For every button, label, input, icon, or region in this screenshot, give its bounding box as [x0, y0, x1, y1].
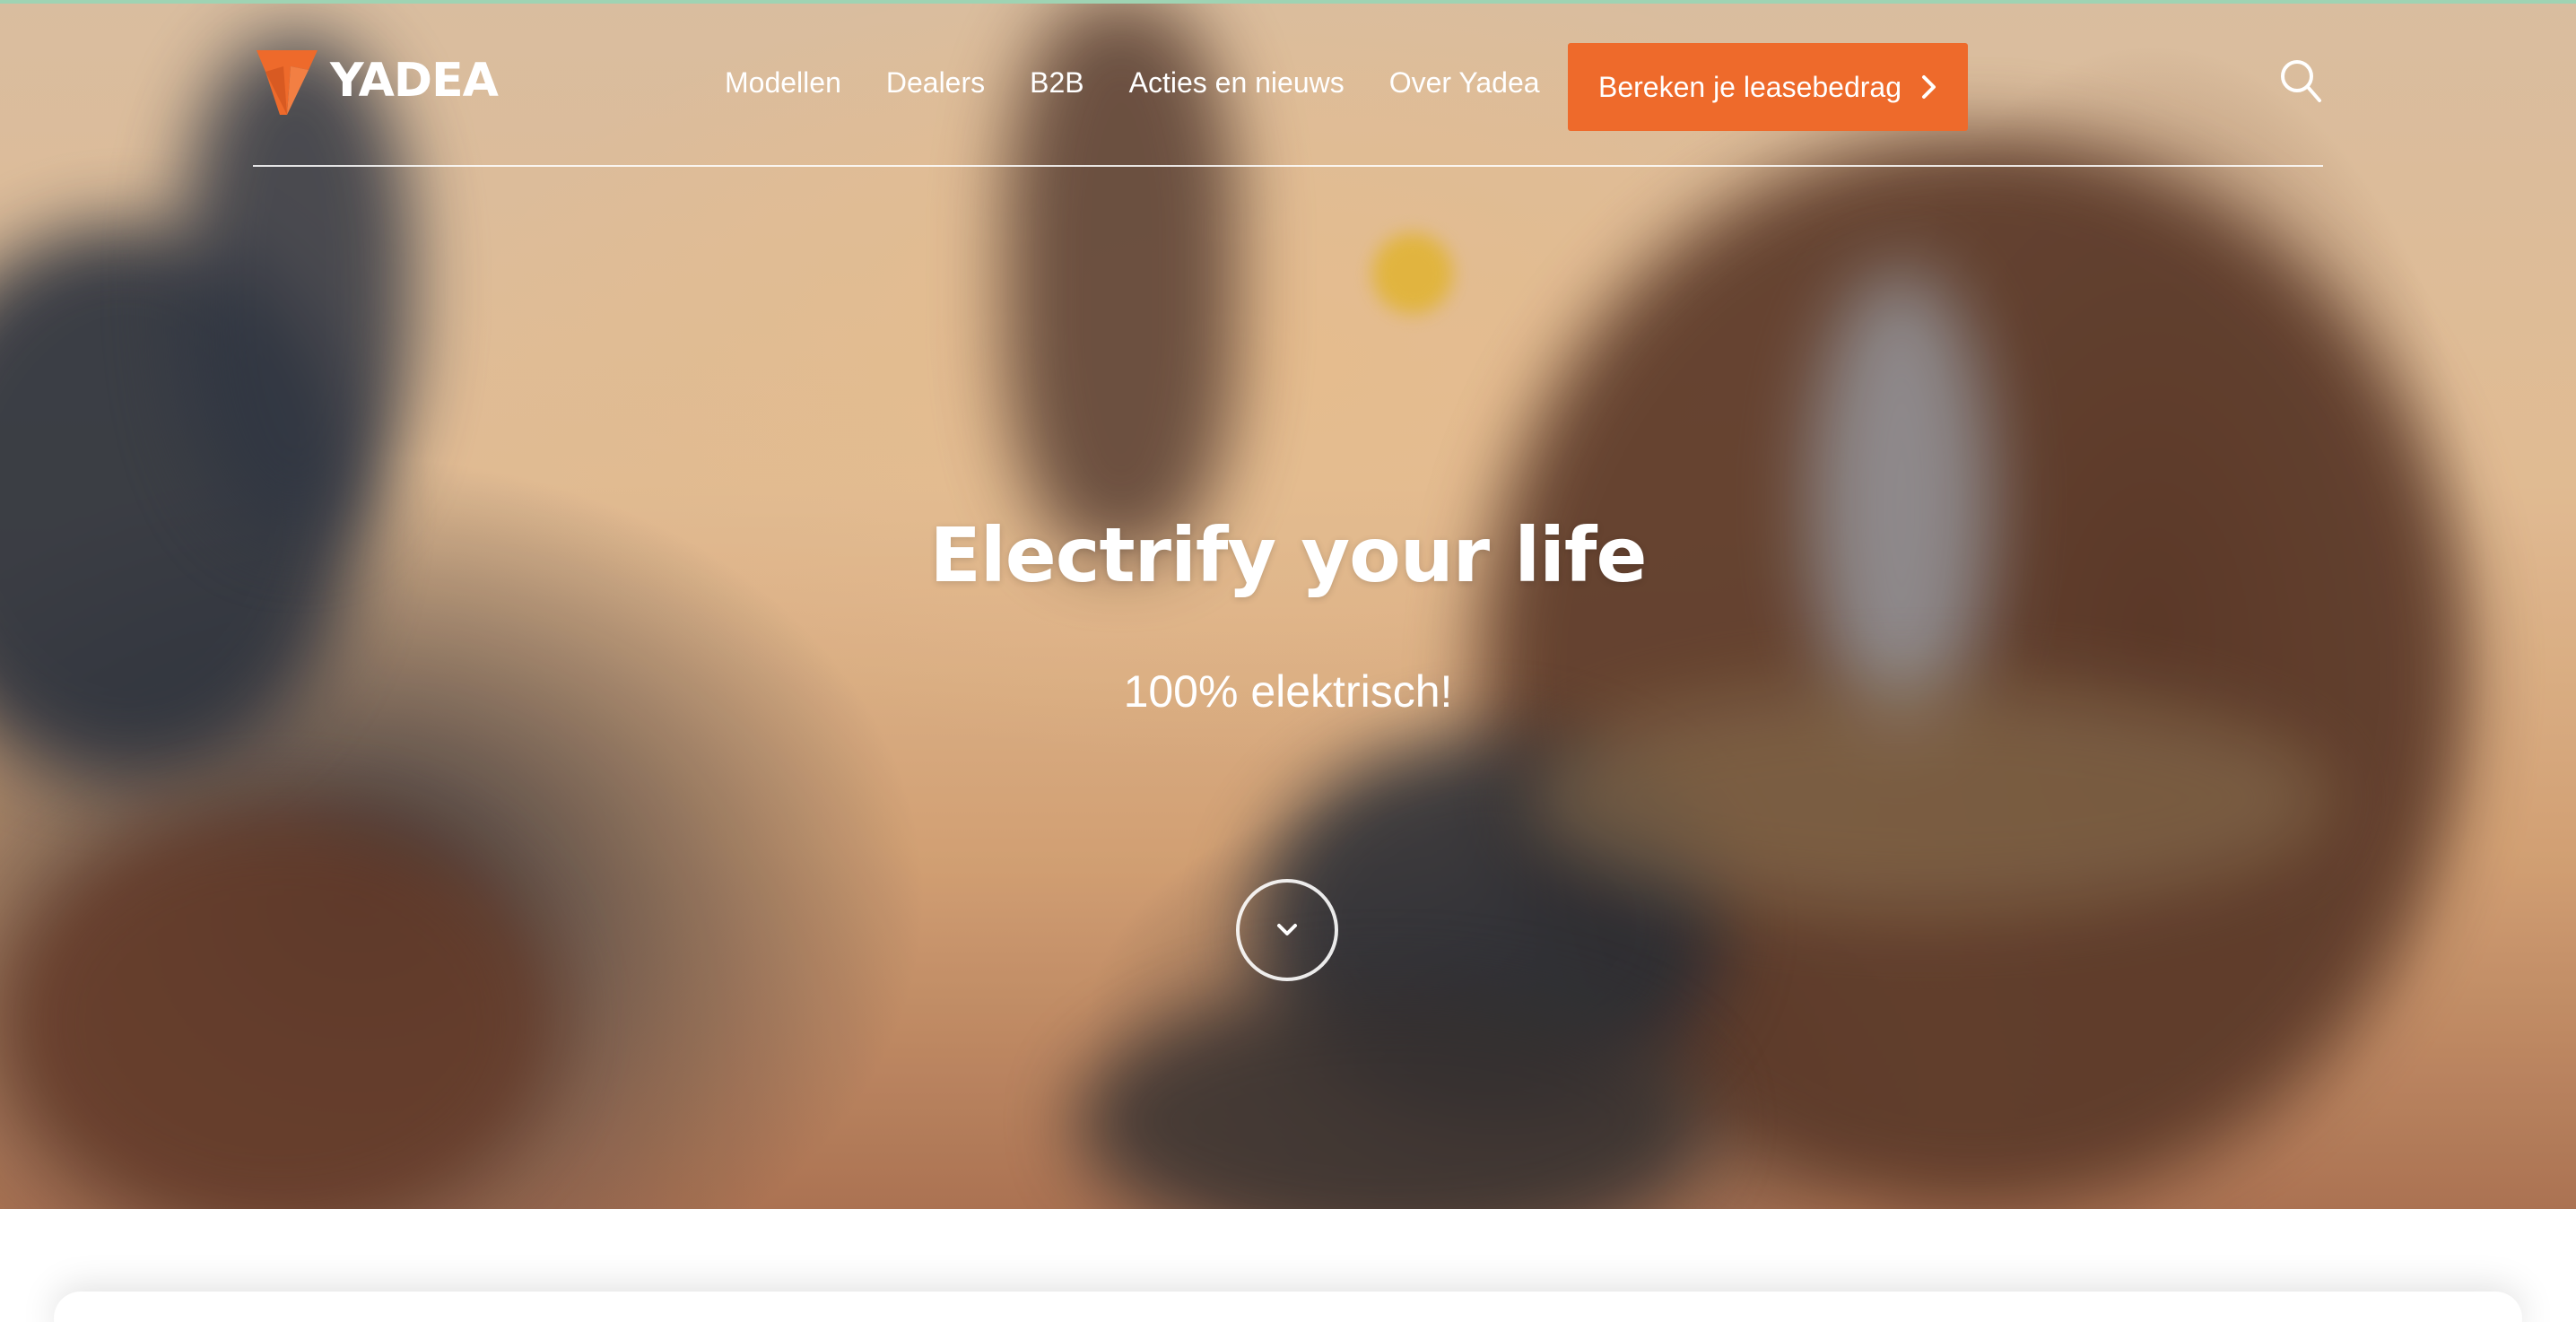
main-nav: Modellen Dealers B2B Acties en nieuws Ov…	[725, 66, 1540, 100]
content-card	[54, 1292, 2522, 1322]
search-icon	[2281, 60, 2321, 102]
hero-subtitle: 100% elektrisch!	[1123, 666, 1453, 717]
lease-calculator-label: Bereken je leasebedrag	[1597, 70, 1902, 103]
hero-background-image	[0, 0, 2576, 1209]
nav-item-dealers[interactable]: Dealers	[886, 66, 985, 100]
chevron-down-icon	[1277, 924, 1297, 935]
lease-calculator-button[interactable]: Bereken je leasebedrag	[1568, 43, 1968, 131]
brand-name: YADEA	[330, 54, 499, 108]
brand-logo[interactable]: YADEA	[253, 45, 499, 117]
scroll-down-button[interactable]	[1236, 879, 1338, 981]
site-header: YADEA Modellen Dealers B2B Acties en nie…	[253, 36, 2323, 167]
nav-item-b2b[interactable]: B2B	[1030, 66, 1083, 100]
yadea-logo-icon	[257, 50, 318, 115]
hero-title: Electrify your life	[929, 511, 1648, 599]
header-divider	[253, 165, 2323, 167]
nav-item-modellen[interactable]: Modellen	[725, 66, 841, 100]
chevron-right-icon	[1922, 75, 1936, 99]
hero-section: YADEA Modellen Dealers B2B Acties en nie…	[0, 0, 2576, 1209]
nav-item-acties-en-nieuws[interactable]: Acties en nieuws	[1129, 66, 1345, 100]
nav-item-over-yadea[interactable]: Over Yadea	[1389, 66, 1540, 100]
top-accent-line	[0, 0, 2576, 4]
search-button[interactable]	[2278, 57, 2323, 106]
